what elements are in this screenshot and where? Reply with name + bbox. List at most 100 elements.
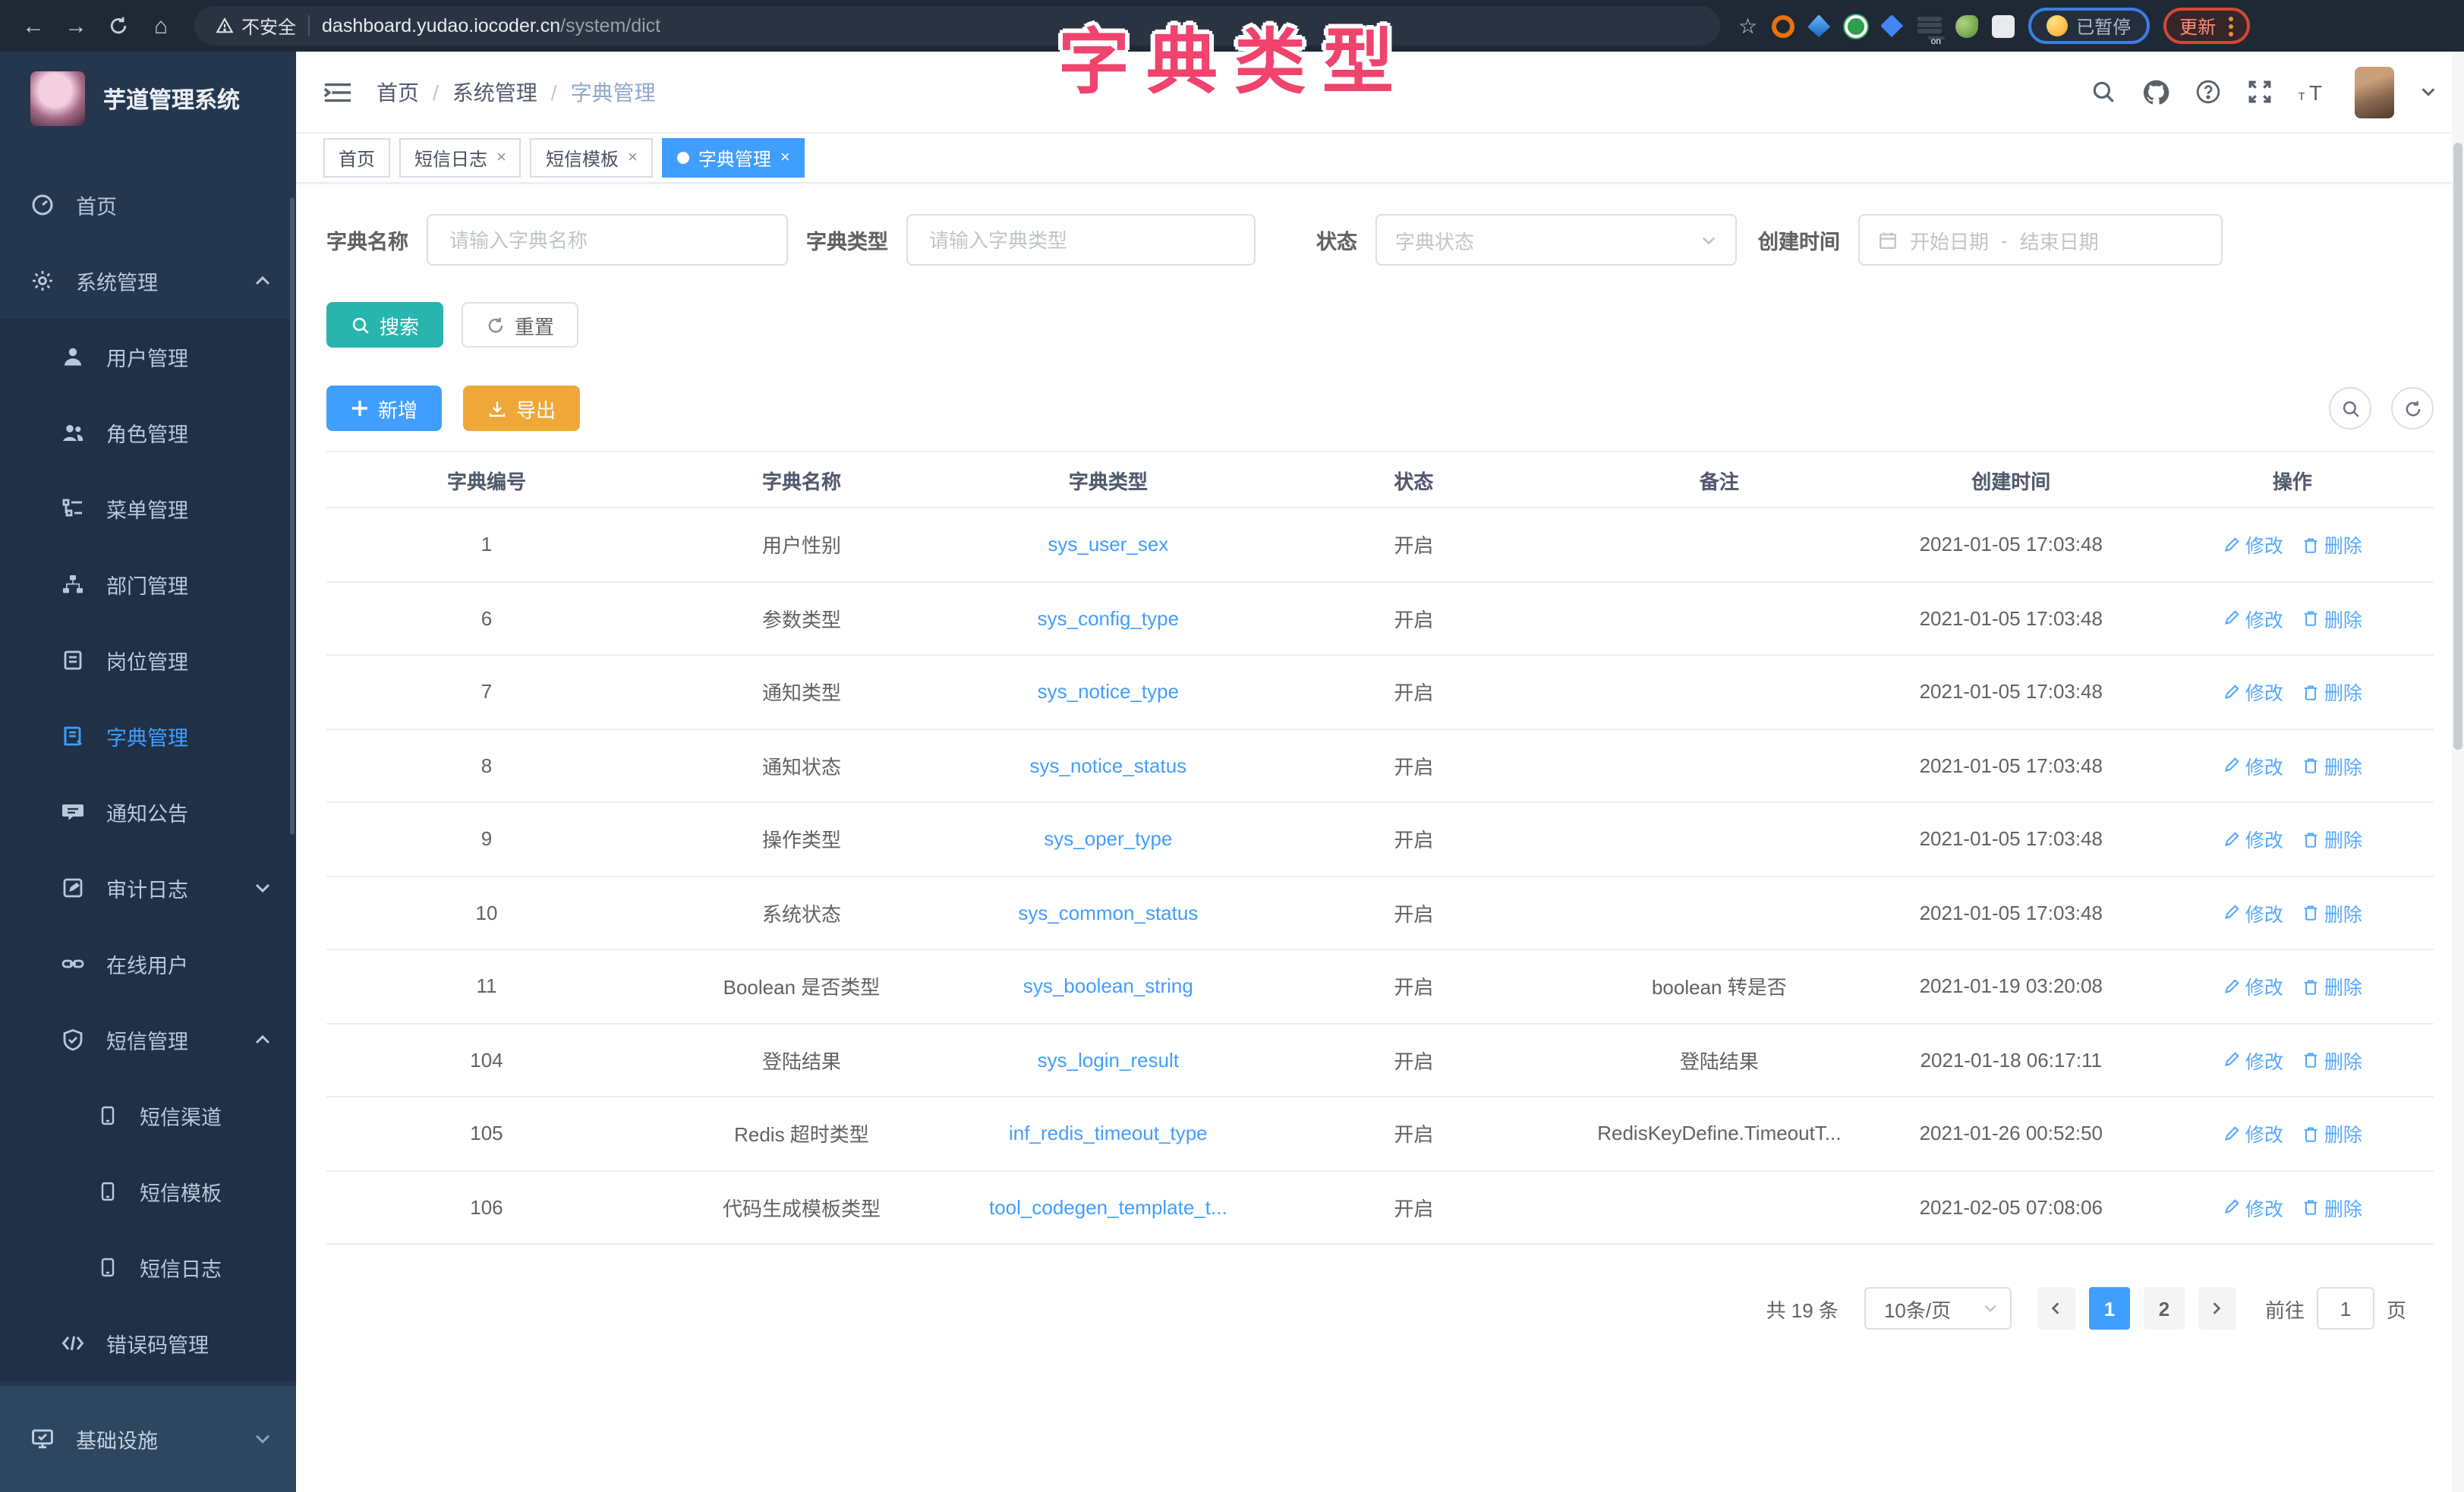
dict-type-link[interactable]: inf_redis_timeout_type (1009, 1122, 1208, 1145)
security-warning[interactable]: 不安全 (216, 13, 296, 39)
tab-dict-management[interactable]: 字典管理× (662, 138, 805, 178)
sidebar-item-sms-log[interactable]: 短信日志 (0, 1229, 296, 1305)
page-size-select[interactable]: 10条/页 (1864, 1287, 2012, 1330)
sidebar-item-sms-template[interactable]: 短信模板 (0, 1154, 296, 1229)
sidebar-item-menu-management[interactable]: 菜单管理 (0, 471, 296, 546)
dict-type-link[interactable]: tool_codegen_template_t... (989, 1196, 1227, 1219)
extension-list-icon[interactable]: on (1917, 14, 1941, 37)
sidebar-item-dept-management[interactable]: 部门管理 (0, 546, 296, 622)
extension-diamond-icon[interactable] (1880, 14, 1903, 37)
prev-page-button[interactable] (2037, 1287, 2075, 1330)
dict-type-link[interactable]: sys_notice_status (1030, 754, 1187, 777)
sidebar-item-error-code[interactable]: 错误码管理 (0, 1305, 296, 1381)
scrollbar-thumb[interactable] (2453, 143, 2462, 750)
edit-link[interactable]: 修改 (2223, 1046, 2283, 1075)
tab-sms-template[interactable]: 短信模板× (531, 138, 653, 178)
delete-link[interactable]: 删除 (2302, 825, 2362, 854)
help-icon[interactable] (2195, 79, 2221, 105)
show-search-button[interactable] (2329, 387, 2371, 430)
collapse-sidebar-icon[interactable] (323, 80, 352, 104)
bookmark-star-icon[interactable]: ☆ (1738, 13, 1757, 39)
github-icon[interactable] (2142, 78, 2169, 105)
sidebar-item-sms-channel[interactable]: 短信渠道 (0, 1078, 296, 1154)
sidebar-scrollbar[interactable] (290, 197, 295, 835)
sidebar-item-role-management[interactable]: 角色管理 (0, 395, 296, 471)
close-icon[interactable]: × (628, 149, 638, 167)
export-button[interactable]: 导出 (463, 386, 580, 431)
edit-link[interactable]: 修改 (2223, 530, 2283, 559)
extension-drop-icon[interactable] (1807, 14, 1830, 37)
dict-type-input[interactable] (926, 227, 1236, 253)
close-icon[interactable]: × (496, 149, 506, 167)
edit-link[interactable]: 修改 (2223, 972, 2283, 1001)
edit-link[interactable]: 修改 (2223, 751, 2283, 780)
dict-type-link[interactable]: sys_boolean_string (1023, 975, 1193, 998)
sidebar-item-audit-log[interactable]: 审计日志 (0, 850, 296, 926)
extensions-puzzle-icon[interactable] (1991, 14, 2014, 37)
delete-link[interactable]: 删除 (2302, 530, 2362, 559)
sidebar-item-system-management[interactable]: 系统管理 (0, 243, 296, 319)
sidebar-item-sms-management[interactable]: 短信管理 (0, 1002, 296, 1078)
browser-forward-button[interactable]: → (58, 8, 94, 44)
close-icon[interactable]: × (780, 149, 790, 167)
date-range-picker[interactable]: 开始日期 - 结束日期 (1858, 214, 2223, 266)
browser-reload-button[interactable] (100, 8, 137, 44)
browser-home-button[interactable]: ⌂ (143, 8, 179, 44)
page-scrollbar[interactable] (2452, 52, 2464, 1492)
status-select[interactable]: 字典状态 (1375, 214, 1737, 266)
address-bar[interactable]: 不安全 dashboard.yudao.iocoder.cn/system/di… (194, 6, 1720, 46)
extension-green-icon[interactable] (1844, 14, 1867, 37)
browser-menu-icon[interactable] (2228, 16, 2232, 36)
sidebar-logo-row[interactable]: 芋道管理系统 (0, 52, 296, 146)
sidebar-item-infrastructure[interactable]: 基础设施 (0, 1386, 296, 1492)
tab-sms-log[interactable]: 短信日志× (399, 138, 521, 178)
extension-orange-icon[interactable] (1771, 14, 1794, 37)
avatar[interactable] (2355, 66, 2394, 118)
delete-link[interactable]: 删除 (2302, 1046, 2362, 1075)
goto-page-input[interactable] (2317, 1287, 2374, 1330)
dict-type-link[interactable]: sys_config_type (1038, 607, 1179, 630)
dict-type-link[interactable]: sys_oper_type (1044, 828, 1172, 851)
refresh-button[interactable] (2391, 387, 2434, 430)
sidebar-item-post-management[interactable]: 岗位管理 (0, 622, 296, 698)
dict-type-link[interactable]: sys_notice_type (1038, 681, 1179, 704)
sidebar-item-online-users[interactable]: 在线用户 (0, 926, 296, 1002)
dict-type-link[interactable]: sys_common_status (1018, 902, 1198, 924)
search-icon[interactable] (2091, 79, 2116, 105)
edit-link[interactable]: 修改 (2223, 678, 2283, 707)
browser-update-button[interactable]: 更新 (2163, 8, 2249, 44)
dict-type-link[interactable]: sys_login_result (1038, 1049, 1179, 1072)
dict-type-link[interactable]: sys_user_sex (1048, 534, 1168, 556)
edit-link[interactable]: 修改 (2223, 899, 2283, 927)
breadcrumb-system[interactable]: 系统管理 (452, 77, 537, 107)
extension-leaf-icon[interactable] (1955, 14, 1977, 37)
edit-link[interactable]: 修改 (2223, 604, 2283, 633)
edit-link[interactable]: 修改 (2223, 825, 2283, 854)
delete-link[interactable]: 删除 (2302, 1119, 2362, 1148)
breadcrumb-home[interactable]: 首页 (377, 77, 419, 107)
dict-name-input[interactable] (446, 227, 768, 253)
delete-link[interactable]: 删除 (2302, 604, 2362, 633)
paused-extension-pill[interactable]: 已暂停 (2028, 8, 2149, 44)
search-button[interactable]: 搜索 (326, 302, 443, 348)
add-button[interactable]: 新增 (326, 386, 442, 431)
tab-home[interactable]: 首页 (323, 138, 390, 178)
delete-link[interactable]: 删除 (2302, 899, 2362, 927)
sidebar-item-user-management[interactable]: 用户管理 (0, 319, 296, 395)
delete-link[interactable]: 删除 (2302, 1193, 2362, 1222)
edit-link[interactable]: 修改 (2223, 1193, 2283, 1222)
sidebar-item-dict-management[interactable]: 字典管理 (0, 698, 296, 774)
sidebar-item-home[interactable]: 首页 (0, 167, 296, 243)
caret-down-icon[interactable] (2420, 83, 2437, 100)
next-page-button[interactable] (2198, 1287, 2236, 1330)
page-button-2[interactable]: 2 (2144, 1287, 2185, 1330)
delete-link[interactable]: 删除 (2302, 678, 2362, 707)
delete-link[interactable]: 删除 (2302, 972, 2362, 1001)
edit-link[interactable]: 修改 (2223, 1119, 2283, 1148)
fullscreen-icon[interactable] (2247, 79, 2273, 105)
font-size-icon[interactable]: тT (2299, 80, 2329, 104)
page-button-1[interactable]: 1 (2089, 1287, 2130, 1330)
reset-button[interactable]: 重置 (462, 302, 578, 348)
delete-link[interactable]: 删除 (2302, 751, 2362, 780)
browser-back-button[interactable]: ← (15, 8, 52, 44)
